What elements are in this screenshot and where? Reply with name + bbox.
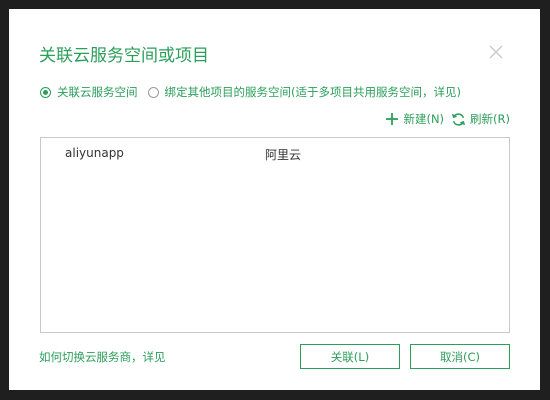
radio-bind-other-project[interactable]: 绑定其他项目的服务空间 (适于多项目共用服务空间，详见) bbox=[147, 84, 461, 100]
mode-radio-group: 关联云服务空间 绑定其他项目的服务空间 (适于多项目共用服务空间，详见) bbox=[40, 83, 461, 101]
link-button[interactable]: 关联(L) bbox=[300, 344, 400, 369]
space-provider: 阿里云 bbox=[265, 148, 302, 162]
radio-checked-icon bbox=[40, 86, 51, 98]
close-button[interactable] bbox=[487, 43, 505, 61]
space-name: aliyunapp bbox=[65, 146, 124, 160]
radio-hint-link[interactable]: (适于多项目共用服务空间，详见) bbox=[291, 84, 461, 100]
radio-unchecked-icon bbox=[147, 86, 159, 98]
refresh-button-label: 刷新(R) bbox=[470, 112, 510, 126]
dialog-title: 关联云服务空间或项目 bbox=[39, 46, 209, 66]
radio-link-cloud-space-label: 关联云服务空间 bbox=[57, 85, 138, 99]
cancel-button[interactable]: 取消(C) bbox=[410, 344, 510, 369]
list-item[interactable]: aliyunapp 阿里云 bbox=[41, 144, 509, 164]
cloud-space-list[interactable]: aliyunapp 阿里云 bbox=[40, 137, 510, 333]
refresh-icon bbox=[452, 112, 466, 126]
link-cloud-space-dialog: 关联云服务空间或项目 关联云服务空间 绑定其他项目的服务空间 (适于多项目共用服… bbox=[9, 9, 540, 390]
close-icon bbox=[489, 45, 503, 59]
refresh-button[interactable]: 刷新(R) bbox=[451, 111, 510, 127]
new-button-label: 新建(N) bbox=[403, 112, 445, 126]
list-toolbar: 新建(N) 刷新(R) bbox=[385, 110, 510, 128]
radio-bind-other-project-label: 绑定其他项目的服务空间 bbox=[164, 85, 292, 99]
switch-provider-help-link[interactable]: 如何切换云服务商，详见 bbox=[39, 349, 166, 365]
radio-link-cloud-space[interactable]: 关联云服务空间 bbox=[40, 84, 138, 100]
plus-icon bbox=[386, 113, 399, 125]
new-button[interactable]: 新建(N) bbox=[385, 111, 444, 127]
